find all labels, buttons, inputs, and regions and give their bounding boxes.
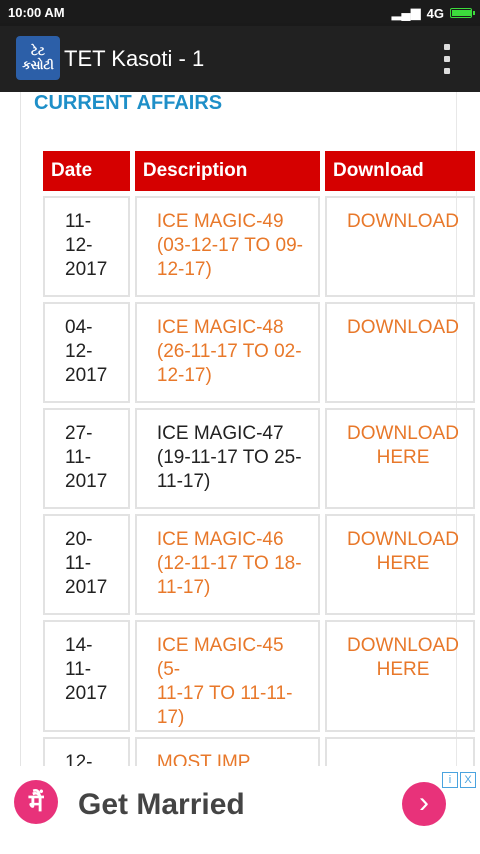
date-cell-line: 12- (65, 235, 93, 256)
date-cell-line: 11- (65, 211, 92, 232)
date-cell-line: 12- (65, 752, 93, 766)
description-cell-line[interactable]: (12-11-17 TO 18- (157, 552, 304, 576)
description-cell-line[interactable]: 12-17) (157, 364, 304, 388)
date-cell-line: 04- (65, 317, 93, 338)
status-icons: ▂▄▆ 4G (391, 5, 475, 21)
battery-fill (452, 10, 471, 16)
date-cell-line: 2017 (65, 365, 108, 386)
signal-icon: ▂▄▆ (391, 5, 421, 20)
download-link-line[interactable]: HERE (347, 658, 459, 682)
description-cell[interactable]: ICE MAGIC-46 (12-11-17 TO 18- 11-17) (134, 514, 320, 615)
ad-text[interactable]: Get Married (78, 788, 245, 822)
date-cell-line: 2017 (65, 683, 108, 704)
description-cell-line: (19-11-17 TO 25- (156, 447, 302, 468)
date-cell-line: 2017 (65, 471, 108, 492)
battery-icon (450, 8, 475, 18)
ad-close-icon[interactable]: X (460, 772, 476, 788)
date-cell: 12- (43, 737, 130, 766)
ad-info-icon[interactable]: i (442, 772, 458, 788)
date-cell-line: 11- (65, 659, 92, 680)
description-cell-line[interactable]: ICE MAGIC-49 (157, 210, 304, 234)
header-date: Date (43, 151, 130, 191)
table-row: 11- 12- 2017 ICE MAGIC-49 (03-12-17 TO 09- 12… (43, 196, 475, 297)
description-cell-line[interactable]: 11-17 TO 11-11- (157, 682, 304, 706)
download-link-line[interactable]: DOWNLOAD (347, 528, 459, 552)
description-cell-line[interactable]: (26-11-17 TO 02- (157, 340, 304, 364)
date-cell-line: 27- (65, 423, 93, 444)
date-cell-line: 12- (65, 341, 93, 362)
description-cell[interactable]: MOST IMP (134, 737, 320, 766)
table-body: 11- 12- 2017 ICE MAGIC-49 (03-12-17 TO 09- 12… (43, 196, 475, 766)
date-cell-line: 14- (65, 635, 93, 656)
header-description: Description (134, 151, 320, 191)
ad-logo: मैं (14, 780, 58, 824)
download-link[interactable]: DOWNLOAD HERE (325, 408, 475, 509)
description-cell-line[interactable]: 12-17) (157, 258, 304, 282)
overflow-menu-icon[interactable] (444, 44, 452, 74)
description-cell-line[interactable]: ICE MAGIC-45 (5- (157, 634, 304, 682)
description-cell-line[interactable]: (03-12-17 TO 09- (157, 234, 304, 258)
description-cell-line[interactable]: 17) (157, 706, 304, 730)
table-header-row: Date Description Download (43, 151, 475, 191)
chevron-right-icon[interactable]: › (402, 782, 446, 826)
download-link-line[interactable]: HERE (347, 552, 459, 576)
current-affairs-table: Date Description Download 11- 12- 2017 ICE … (38, 146, 480, 766)
app-title: TET Kasoti - 1 (64, 46, 205, 71)
description-cell-line[interactable]: MOST IMP (157, 751, 304, 766)
date-cell: 20- 11- 2017 (43, 514, 130, 615)
table-row: 14- 11- 2017 ICE MAGIC-45 (5- 11-17 TO 11-11… (43, 620, 475, 732)
date-cell-line: 2017 (65, 259, 108, 280)
date-cell: 11- 12- 2017 (43, 196, 130, 297)
date-cell: 27- 11- 2017 (43, 408, 130, 509)
app-logo-line1: ટેટ (31, 44, 45, 58)
date-cell: 04- 12- 2017 (43, 302, 130, 403)
status-time: 10:00 AM (8, 5, 65, 20)
download-link-line[interactable]: DOWNLOAD (347, 634, 459, 658)
date-cell: 14- 11- 2017 (43, 620, 130, 732)
date-cell-line: 11- (65, 553, 92, 574)
network-type: 4G (426, 5, 444, 21)
description-cell-line[interactable]: ICE MAGIC-46 (157, 528, 304, 552)
date-cell-line: 20- (65, 529, 93, 550)
section-heading: CURRENT AFFAIRS (34, 92, 223, 114)
description-cell-line: 11-17) (156, 471, 211, 492)
description-cell: ICE MAGIC-47 (19-11-17 TO 25- 11-17) (134, 408, 320, 509)
download-link[interactable]: DOWNLOAD (325, 302, 475, 403)
download-link-line[interactable]: DOWNLOAD (347, 316, 459, 340)
app-bar: ટેટ કસોટી TET Kasoti - 1 (0, 26, 480, 92)
description-cell[interactable]: ICE MAGIC-49 (03-12-17 TO 09- 12-17) (134, 196, 320, 297)
download-link[interactable]: DOWNLOAD (325, 196, 475, 297)
app-logo: ટેટ કસોટી (16, 36, 60, 80)
download-link[interactable]: DOWNLOAD HERE (325, 620, 475, 732)
app-logo-line2: કસોટી (22, 58, 54, 72)
table-row: 04- 12- 2017 ICE MAGIC-48 (26-11-17 TO 02- 12… (43, 302, 475, 403)
download-link-line[interactable]: DOWNLOAD (347, 422, 459, 446)
description-cell-line[interactable]: ICE MAGIC-48 (157, 316, 304, 340)
description-cell-line[interactable]: 11-17) (157, 576, 304, 600)
table-row: 12- MOST IMP (43, 737, 475, 766)
download-link-line[interactable]: HERE (347, 446, 459, 470)
status-bar: 10:00 AM ▂▄▆ 4G (0, 0, 480, 26)
web-content[interactable]: CURRENT AFFAIRS Date Description Downloa… (0, 92, 480, 766)
download-link-line[interactable]: DOWNLOAD (347, 210, 459, 234)
table-row: 27- 11- 2017 ICE MAGIC-47 (19-11-17 TO 25- 11… (43, 408, 475, 509)
description-cell[interactable]: ICE MAGIC-45 (5- 11-17 TO 11-11- 17) (134, 620, 320, 732)
date-cell-line: 2017 (65, 577, 108, 598)
header-download: Download (325, 151, 475, 191)
date-cell-line: 11- (65, 447, 92, 468)
description-cell[interactable]: ICE MAGIC-48 (26-11-17 TO 02- 12-17) (134, 302, 320, 403)
description-cell-line: ICE MAGIC-47 (156, 423, 284, 444)
download-link[interactable] (325, 737, 475, 766)
ad-info-controls: i X (442, 772, 476, 788)
ad-banner[interactable]: i X मैं Get Married › (0, 768, 480, 854)
download-link[interactable]: DOWNLOAD HERE (325, 514, 475, 615)
table-row: 20- 11- 2017 ICE MAGIC-46 (12-11-17 TO 18- 11… (43, 514, 475, 615)
